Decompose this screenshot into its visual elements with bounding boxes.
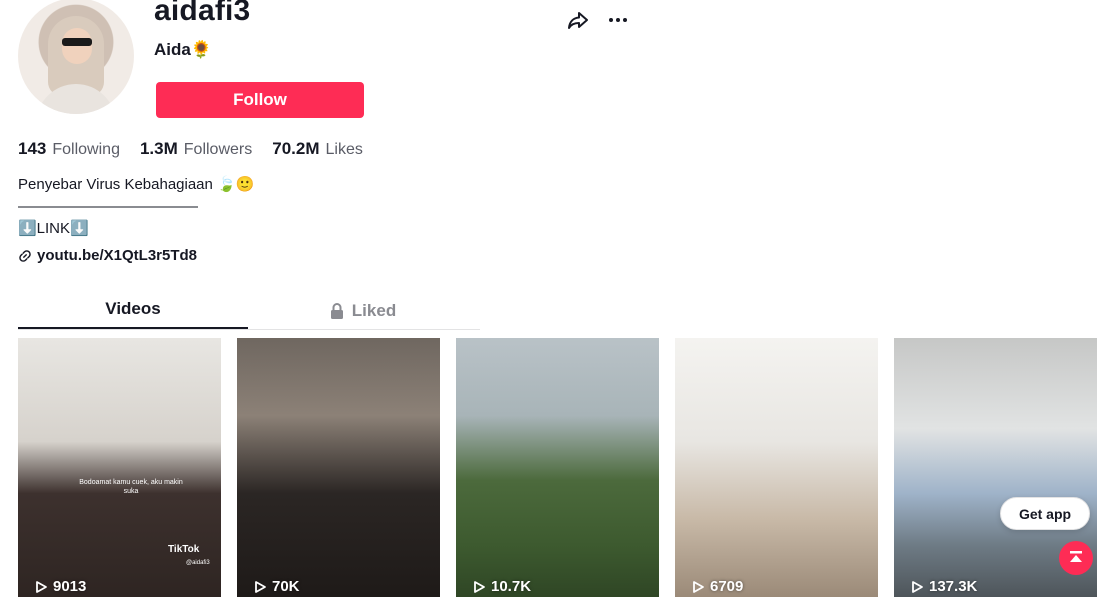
view-count-value: 137.3K xyxy=(929,578,978,595)
stat-label: Following xyxy=(52,141,120,158)
video-thumbnail xyxy=(18,338,221,597)
more-icon[interactable] xyxy=(606,8,630,32)
video-caption-overlay: Bodoamat kamu cuek, aku makin suka xyxy=(79,479,183,495)
view-count: 137.3K xyxy=(910,578,977,595)
back-to-top-icon xyxy=(1070,551,1082,562)
bio-line: ———————————— xyxy=(18,198,198,215)
tab-liked-label: Liked xyxy=(351,300,397,320)
bio-line: Penyebar Virus Kebahagiaan 🍃🙂 xyxy=(18,176,255,193)
profile-stats: 143 Following 1.3M Followers 70.2M Likes xyxy=(18,139,363,159)
video-thumbnail xyxy=(675,338,878,597)
video-card[interactable]: 70K xyxy=(237,338,440,597)
lock-icon xyxy=(330,302,343,319)
view-count-value: 6709 xyxy=(710,578,744,595)
video-card[interactable]: 10.7K xyxy=(456,338,659,597)
view-count: 6709 xyxy=(691,578,743,595)
link-icon xyxy=(19,249,31,262)
video-card[interactable]: 6709 xyxy=(675,338,878,597)
stat-value: 70.2M xyxy=(272,139,320,158)
back-to-top-button[interactable] xyxy=(1059,541,1093,575)
view-count-value: 70K xyxy=(272,578,300,595)
video-grid: Bodoamat kamu cuek, aku makin suka TikTo… xyxy=(18,338,1097,597)
tab-liked[interactable]: Liked xyxy=(248,292,478,329)
nickname: Aida🌻 xyxy=(154,40,213,59)
link-text[interactable]: youtu.be/X1QtL3r5Td8 xyxy=(37,247,197,264)
stat-value: 1.3M xyxy=(139,139,178,158)
play-icon xyxy=(474,580,485,593)
watermark-handle: @aidafi3 xyxy=(186,560,210,566)
play-icon xyxy=(693,580,704,593)
follow-button[interactable]: Follow xyxy=(156,82,364,118)
profile-tabs: Videos Liked xyxy=(18,292,480,330)
play-icon xyxy=(912,580,923,593)
video-thumbnail xyxy=(456,338,659,597)
tab-videos[interactable]: Videos xyxy=(18,292,248,329)
profile-link[interactable]: youtu.be/X1QtL3r5Td8 xyxy=(18,247,197,264)
get-app-button[interactable]: Get app xyxy=(1000,497,1090,530)
video-card[interactable]: Bodoamat kamu cuek, aku makin suka TikTo… xyxy=(18,338,221,597)
share-icon[interactable] xyxy=(566,8,590,32)
avatar[interactable] xyxy=(18,0,134,114)
stat-label: Followers xyxy=(183,141,253,158)
view-count-value: 10.7K xyxy=(491,578,532,595)
view-count: 9013 xyxy=(34,578,86,595)
play-icon xyxy=(255,580,266,593)
stat-label: Likes xyxy=(325,141,363,158)
stat-followers[interactable]: 1.3M Followers xyxy=(140,139,252,159)
bio: Penyebar Virus Kebahagiaan 🍃🙂 ———————————… xyxy=(18,174,254,240)
tiktok-watermark: TikTok xyxy=(168,544,200,555)
video-thumbnail xyxy=(237,338,440,597)
stat-value: 143 xyxy=(18,139,47,158)
stat-following[interactable]: 143 Following xyxy=(18,139,120,159)
bio-line: ⬇️LINK⬇️ xyxy=(18,220,89,237)
view-count: 70K xyxy=(253,578,300,595)
play-icon xyxy=(36,580,47,593)
username: aidafi3 xyxy=(154,0,251,27)
view-count-value: 9013 xyxy=(53,578,87,595)
stat-likes: 70.2M Likes xyxy=(272,139,363,159)
view-count: 10.7K xyxy=(472,578,531,595)
